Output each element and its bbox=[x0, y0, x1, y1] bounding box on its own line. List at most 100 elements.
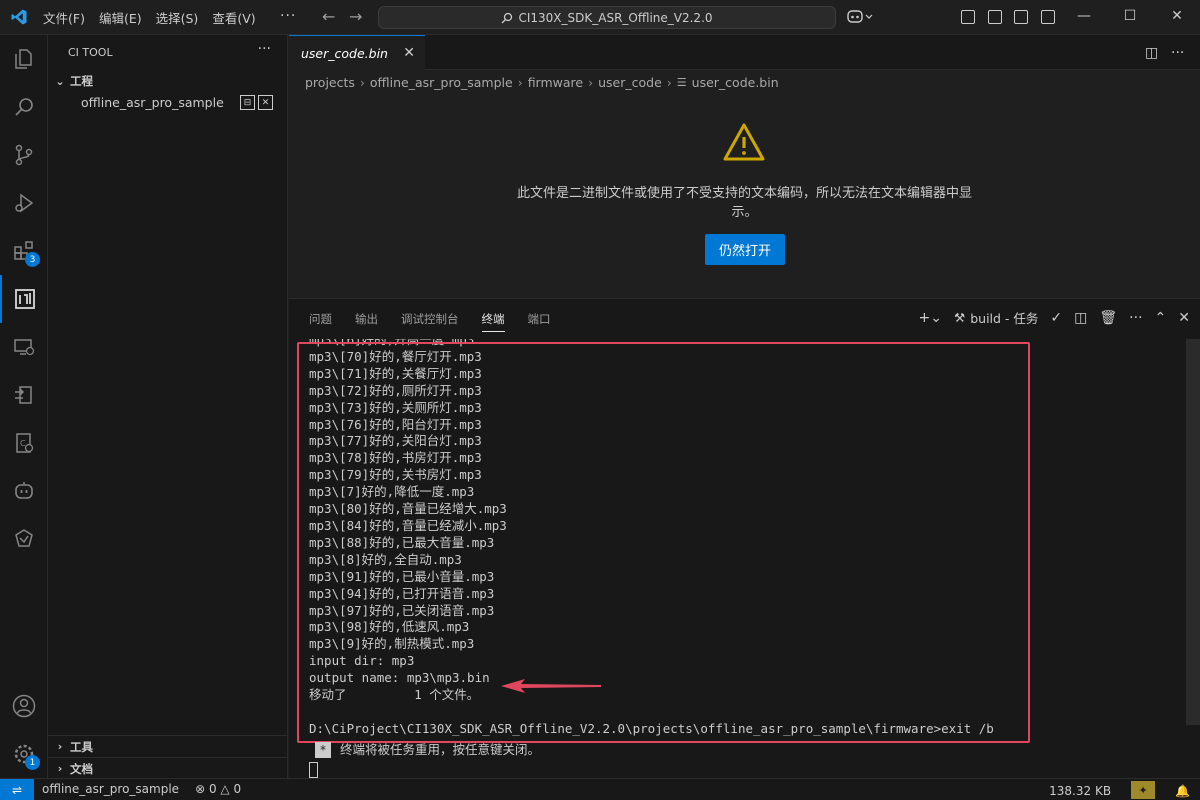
toggle-panel-icon[interactable] bbox=[1014, 10, 1028, 24]
terminal-task-selector[interactable]: ⚒ build - 任务 bbox=[954, 308, 1038, 327]
terminal-scrollbar[interactable] bbox=[1186, 339, 1200, 725]
breadcrumb-item[interactable]: projects bbox=[305, 75, 355, 90]
title-bar: 文件(F) 编辑(E) 选择(S) 查看(V) ··· ← → CI130X_S… bbox=[0, 0, 1200, 35]
breadcrumb-separator-icon: › bbox=[666, 74, 672, 90]
minimize-icon[interactable]: — bbox=[1069, 8, 1099, 24]
close-panel-icon[interactable]: ✕ bbox=[1178, 310, 1190, 326]
forward-arrow-icon[interactable]: → bbox=[349, 7, 362, 26]
source-control-icon[interactable] bbox=[0, 131, 48, 179]
tab-user-code-bin[interactable]: user_code.bin ✕ bbox=[289, 35, 425, 70]
tab-problems[interactable]: 问题 bbox=[309, 311, 332, 332]
section-project[interactable]: ⌄ 工程 bbox=[48, 70, 288, 92]
sidebar-title: CI TOOL bbox=[68, 46, 113, 59]
notifications-bell-icon[interactable]: 🔔 bbox=[1175, 784, 1190, 798]
toggle-auxiliary-icon[interactable] bbox=[1041, 10, 1055, 24]
status-bar: ⇌ offline_asr_pro_sample ⊗ 0 △ 0 138.32 … bbox=[0, 778, 1200, 800]
error-count: 0 bbox=[208, 782, 217, 796]
tab-output[interactable]: 输出 bbox=[355, 311, 378, 332]
warning-count: 0 bbox=[233, 782, 242, 796]
extensions-icon[interactable]: 3 bbox=[0, 227, 48, 275]
back-arrow-icon[interactable]: ← bbox=[322, 7, 335, 26]
menu-selection[interactable]: 选择(S) bbox=[149, 8, 206, 27]
section-tools-label: 工具 bbox=[70, 739, 93, 754]
breadcrumb-separator-icon: › bbox=[517, 74, 523, 90]
search-activity-icon[interactable] bbox=[0, 83, 48, 131]
task-star-icon: * bbox=[315, 742, 331, 759]
chevron-right-icon: › bbox=[57, 762, 63, 775]
vscode-logo-icon bbox=[11, 9, 27, 25]
file-size: 138.32 KB bbox=[1049, 783, 1112, 798]
account-icon[interactable] bbox=[0, 682, 48, 730]
explorer-icon[interactable] bbox=[0, 35, 48, 83]
warning-icon bbox=[723, 123, 765, 161]
breadcrumb-item[interactable]: user_code.bin bbox=[692, 75, 779, 90]
breadcrumb-separator-icon: › bbox=[359, 74, 365, 90]
trash-icon[interactable]: 🗑 bbox=[1099, 310, 1117, 326]
annotation-arrow bbox=[501, 679, 601, 693]
ci-logo-icon[interactable] bbox=[0, 515, 48, 563]
status-project[interactable]: offline_asr_pro_sample bbox=[42, 782, 179, 796]
ci-config-icon[interactable]: C bbox=[0, 419, 48, 467]
window-close-icon[interactable]: ✕ bbox=[1162, 8, 1192, 24]
settings-badge: 1 bbox=[25, 755, 40, 770]
section-project-label: 工程 bbox=[70, 74, 93, 88]
menu-view[interactable]: 查看(V) bbox=[205, 8, 262, 27]
menu-more-button[interactable]: ··· bbox=[280, 8, 296, 24]
sidebar-more-button[interactable]: ··· bbox=[258, 41, 271, 57]
more-actions-icon[interactable]: ··· bbox=[1171, 45, 1184, 61]
copilot-chat-icon[interactable] bbox=[0, 467, 48, 515]
copilot-icon[interactable] bbox=[846, 8, 874, 26]
task-label: build - 任务 bbox=[970, 311, 1039, 326]
ci-download-icon[interactable] bbox=[0, 371, 48, 419]
binary-message: 此文件是二进制文件或使用了不受支持的文本编码，所以无法在文本编辑器中显示。 bbox=[516, 186, 972, 220]
tab-close-icon[interactable]: ✕ bbox=[403, 45, 415, 61]
project-actions: ⊟ ✕ bbox=[240, 95, 273, 110]
panel-actions: +⌄ ⚒ build - 任务 ✓ ◫ 🗑 ··· ⌃ ✕ bbox=[919, 308, 1190, 327]
terminal[interactable]: mp3\[6]好的,升高一度.mp3 mp3\[70]好的,餐厅灯开.mp3 mp3… bbox=[289, 339, 1200, 779]
tab-label: user_code.bin bbox=[301, 45, 388, 61]
terminal-footer: * 终端将被任务重用，按任意键关闭。 bbox=[315, 742, 540, 759]
toggle-secondary-sidebar-icon[interactable] bbox=[988, 10, 1002, 24]
chevron-down-icon: ⌄ bbox=[55, 74, 65, 88]
menu-bar: 文件(F) 编辑(E) 选择(S) 查看(V) bbox=[36, 0, 263, 35]
chevron-right-icon: › bbox=[57, 740, 63, 753]
open-anyway-button[interactable]: 仍然打开 bbox=[705, 234, 785, 265]
command-center-search[interactable]: CI130X_SDK_ASR_Offline_V2.2.0 bbox=[378, 6, 836, 29]
terminal-footer-message: 终端将被任务重用，按任意键关闭。 bbox=[340, 742, 541, 757]
ci-extension-icon[interactable]: ✦ bbox=[1131, 781, 1156, 799]
remote-indicator-icon[interactable]: ⇌ bbox=[0, 779, 34, 800]
terminal-cursor bbox=[309, 762, 318, 778]
section-docs-label: 文档 bbox=[70, 761, 93, 776]
breadcrumb-item[interactable]: firmware bbox=[528, 75, 583, 90]
tab-terminal[interactable]: 终端 bbox=[481, 311, 505, 332]
run-debug-icon[interactable] bbox=[0, 179, 48, 227]
menu-edit[interactable]: 编辑(E) bbox=[92, 8, 149, 27]
tab-debug-console[interactable]: 调试控制台 bbox=[401, 311, 459, 332]
new-terminal-icon[interactable]: +⌄ bbox=[919, 310, 942, 326]
section-docs[interactable]: › 文档 bbox=[48, 757, 288, 779]
collapse-all-icon[interactable]: ⊟ bbox=[240, 95, 255, 110]
close-project-icon[interactable]: ✕ bbox=[258, 95, 273, 110]
ci-tool-icon[interactable] bbox=[0, 275, 48, 323]
breadcrumb-item[interactable]: user_code bbox=[598, 75, 662, 90]
tab-ports[interactable]: 端口 bbox=[528, 311, 551, 332]
tree-item-project[interactable]: offline_asr_pro_sample bbox=[81, 95, 224, 110]
binary-file-notice: 此文件是二进制文件或使用了不受支持的文本编码，所以无法在文本编辑器中显示。 仍然… bbox=[289, 100, 1200, 298]
warning-small-icon: △ bbox=[220, 782, 230, 796]
panel-tabs: 问题 输出 调试控制台 终端 端口 bbox=[309, 311, 574, 332]
section-tools[interactable]: › 工具 bbox=[48, 735, 288, 757]
status-problems[interactable]: ⊗ 0 △ 0 bbox=[195, 782, 241, 796]
menu-file[interactable]: 文件(F) bbox=[36, 8, 92, 27]
more-icon[interactable]: ··· bbox=[1129, 310, 1142, 326]
check-icon[interactable]: ✓ bbox=[1050, 310, 1062, 326]
split-terminal-icon[interactable]: ◫ bbox=[1074, 310, 1087, 326]
remote-explorer-icon[interactable] bbox=[0, 323, 48, 371]
toggle-sidebar-icon[interactable] bbox=[961, 10, 975, 24]
breadcrumb-item[interactable]: offline_asr_pro_sample bbox=[370, 75, 513, 90]
maximize-panel-icon[interactable]: ⌃ bbox=[1155, 310, 1167, 326]
settings-gear-icon[interactable]: 1 bbox=[0, 730, 48, 778]
search-text: CI130X_SDK_ASR_Offline_V2.2.0 bbox=[518, 10, 713, 25]
split-editor-icon[interactable]: ◫ bbox=[1145, 45, 1158, 61]
maximize-icon[interactable]: ☐ bbox=[1115, 8, 1145, 24]
highlight-box bbox=[297, 342, 1030, 743]
